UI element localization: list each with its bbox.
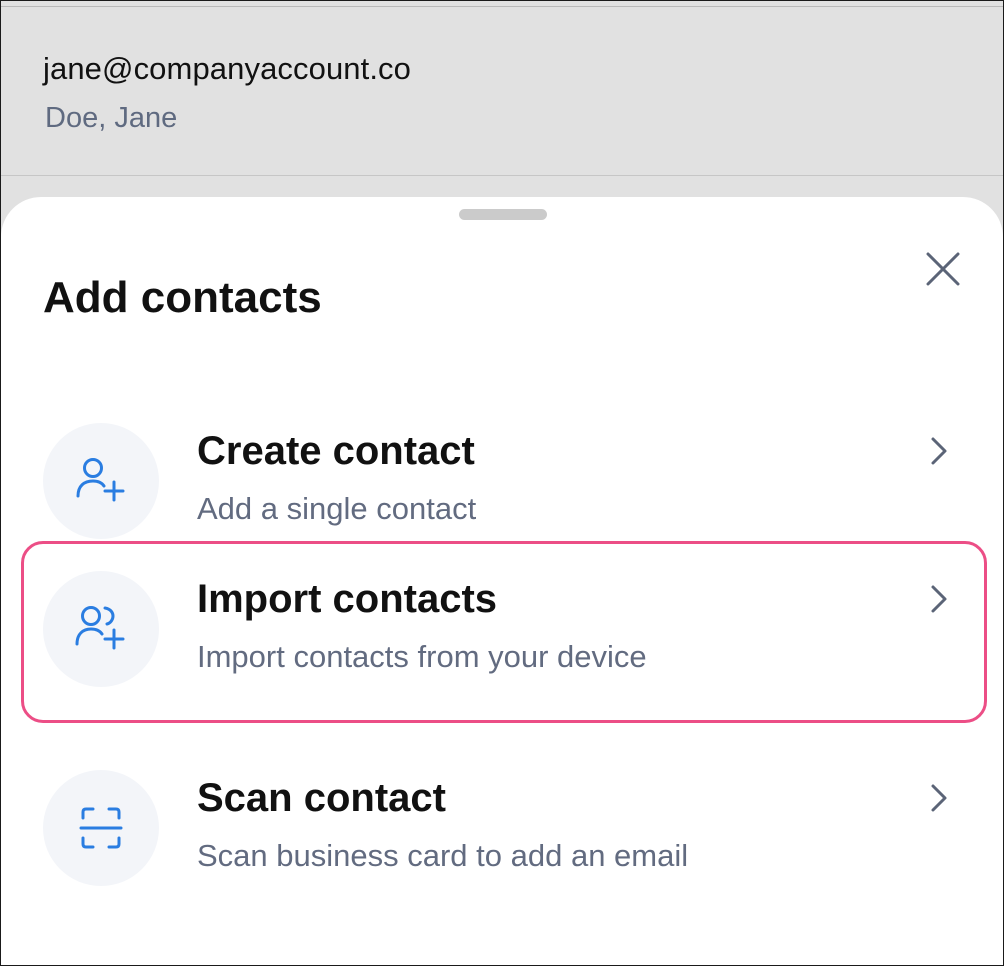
account-email: jane@companyaccount.co	[43, 51, 411, 86]
account-divider	[1, 175, 1003, 176]
scan-icon	[79, 807, 123, 849]
chevron-right-icon	[931, 437, 947, 465]
chevron-right-icon	[931, 784, 947, 812]
person-add-icon	[76, 458, 125, 502]
close-button[interactable]	[919, 245, 967, 293]
option-subtitle: Import contacts from your device	[197, 639, 647, 674]
close-icon	[926, 252, 960, 286]
screen-frame: jane@companyaccount.co Doe, Jane Add con…	[0, 0, 1004, 966]
option-subtitle: Scan business card to add an email	[197, 838, 689, 873]
option-icon-circle	[43, 571, 159, 687]
option-subtitle: Add a single contact	[197, 491, 477, 526]
sheet-grabber-handle[interactable]	[459, 209, 547, 220]
top-divider	[1, 6, 1003, 7]
option-title: Create contact	[197, 429, 475, 473]
add-contacts-sheet: Add contacts Create contact Add a single…	[1, 197, 1003, 965]
chevron-right-icon	[931, 585, 947, 613]
account-name: Doe, Jane	[45, 102, 178, 134]
import-contacts-option[interactable]: Import contacts Import contacts from you…	[21, 541, 987, 723]
scan-contact-option[interactable]: Scan contact Scan business card to add a…	[21, 740, 987, 922]
option-title: Scan contact	[197, 776, 446, 820]
option-icon-circle	[43, 770, 159, 886]
option-icon-circle	[43, 423, 159, 539]
option-title: Import contacts	[197, 577, 498, 621]
people-add-icon	[75, 606, 125, 650]
sheet-title: Add contacts	[43, 273, 322, 322]
